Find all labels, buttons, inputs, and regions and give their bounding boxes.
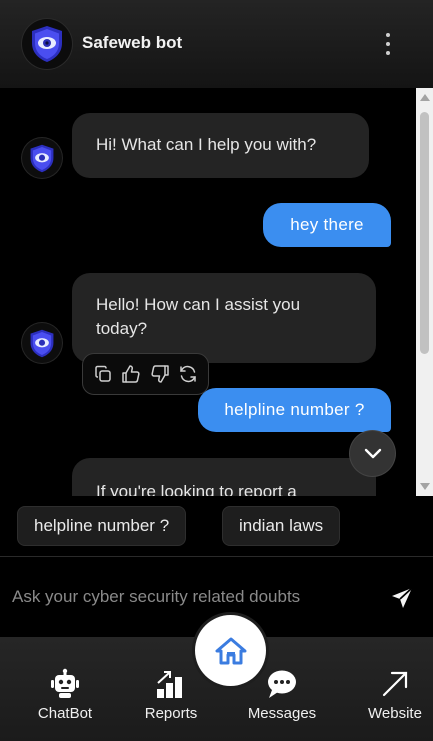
bot-message: Hello! How can I assist you today? <box>72 273 376 363</box>
bot-message: Hi! What can I help you with? <box>72 113 369 178</box>
nav-label: Reports <box>144 705 198 722</box>
user-message: hey there <box>263 203 391 247</box>
home-button[interactable] <box>195 615 266 686</box>
shield-eye-icon <box>30 329 54 357</box>
suggestion-chip[interactable]: helpline number ? <box>17 506 187 546</box>
nav-reports[interactable]: Reports <box>140 637 202 741</box>
scroll-down-arrow[interactable] <box>420 483 430 490</box>
thumbs-down-icon[interactable] <box>149 363 171 385</box>
bot-avatar <box>22 323 62 363</box>
suggestion-chip[interactable]: indian laws <box>222 506 341 546</box>
chart-icon <box>155 667 187 701</box>
chat-messages[interactable]: Hi! What can I help you with? hey there … <box>0 88 433 496</box>
home-icon <box>215 637 246 664</box>
chat-bubble-icon <box>266 667 298 701</box>
suggestion-bar: helpline number ? indian laws <box>0 496 433 556</box>
regenerate-icon[interactable] <box>177 363 199 385</box>
shield-eye-icon <box>30 144 54 172</box>
nav-label: ChatBot <box>37 705 93 722</box>
bot-message: If you're looking to report a <box>72 458 376 496</box>
nav-website[interactable]: Website <box>364 637 426 741</box>
message-actions <box>82 353 209 395</box>
scroll-down-button[interactable] <box>350 431 395 476</box>
nav-label: Messages <box>247 705 317 722</box>
copy-icon[interactable] <box>92 363 114 385</box>
thumbs-up-icon[interactable] <box>120 363 142 385</box>
more-options-icon[interactable] <box>378 30 398 58</box>
header-title: Safeweb bot <box>82 33 183 52</box>
robot-icon <box>49 667 81 701</box>
chevron-down-icon <box>364 448 381 458</box>
chat-scrollbar[interactable] <box>416 88 433 496</box>
send-icon <box>392 587 413 608</box>
bot-avatar <box>22 19 72 69</box>
user-message: helpline number ? <box>198 388 391 432</box>
scroll-up-arrow[interactable] <box>420 94 430 101</box>
nav-label: Website <box>368 705 422 722</box>
bot-avatar <box>22 138 62 178</box>
external-arrow-icon <box>380 667 410 701</box>
message-input[interactable] <box>0 577 370 617</box>
shield-eye-icon <box>32 26 62 62</box>
send-button[interactable] <box>386 583 418 613</box>
nav-chatbot[interactable]: ChatBot <box>35 637 95 741</box>
chat-header: Safeweb bot <box>0 0 433 88</box>
scrollbar-thumb[interactable] <box>420 112 429 354</box>
